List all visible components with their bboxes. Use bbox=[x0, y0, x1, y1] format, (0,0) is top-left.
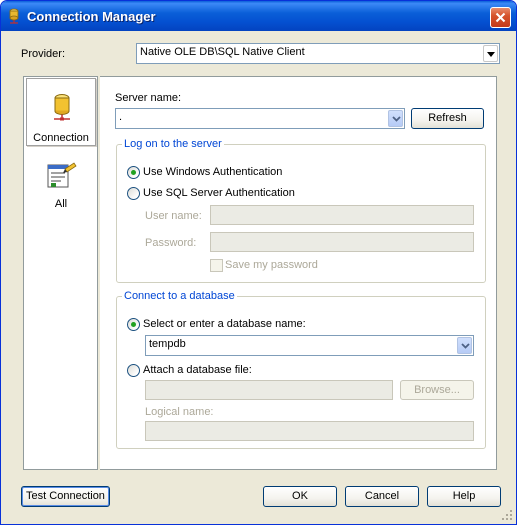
connection-manager-dialog: Connection Manager Provider: Native OLE … bbox=[0, 0, 517, 525]
chevron-down-icon bbox=[487, 52, 495, 57]
browse-button[interactable]: Browse... bbox=[400, 380, 474, 400]
select-database-radio[interactable] bbox=[127, 318, 140, 331]
database-group: Connect to a database Select or enter a … bbox=[116, 290, 486, 449]
sidebar-item-connection[interactable]: Connection bbox=[26, 78, 96, 146]
windows-auth-label[interactable]: Use Windows Authentication bbox=[143, 166, 282, 178]
sidebar-item-all[interactable]: All bbox=[26, 156, 96, 224]
username-input[interactable] bbox=[210, 205, 474, 225]
password-input[interactable] bbox=[210, 232, 474, 252]
windows-auth-radio[interactable] bbox=[127, 166, 140, 179]
database-name-value: tempdb bbox=[149, 338, 186, 350]
attach-database-label[interactable]: Attach a database file: bbox=[143, 364, 252, 376]
server-dropdown-button[interactable] bbox=[388, 110, 403, 127]
close-icon bbox=[495, 12, 506, 23]
ok-button[interactable]: OK bbox=[263, 486, 337, 507]
window-title: Connection Manager bbox=[27, 9, 156, 24]
close-button[interactable] bbox=[490, 7, 511, 28]
resize-grip-icon[interactable] bbox=[501, 509, 513, 521]
sidebar-item-label: Connection bbox=[33, 132, 89, 144]
select-database-label[interactable]: Select or enter a database name: bbox=[143, 318, 306, 330]
logical-name-input[interactable] bbox=[145, 421, 474, 441]
provider-dropdown-button[interactable] bbox=[483, 45, 498, 62]
provider-label: Provider: bbox=[21, 48, 66, 60]
attach-file-input[interactable] bbox=[145, 380, 393, 400]
username-label: User name: bbox=[145, 210, 202, 222]
provider-value: Native OLE DB\SQL Native Client bbox=[140, 46, 305, 58]
test-connection-button[interactable]: Test Connection bbox=[21, 486, 110, 507]
cancel-button[interactable]: Cancel bbox=[345, 486, 419, 507]
logon-group: Log on to the server Use Windows Authent… bbox=[116, 138, 486, 283]
attach-database-radio[interactable] bbox=[127, 364, 140, 377]
database-dropdown-button[interactable] bbox=[457, 337, 472, 354]
properties-icon bbox=[47, 162, 77, 188]
database-icon bbox=[54, 94, 70, 121]
radio-selected-dot bbox=[131, 322, 136, 327]
save-password-checkbox[interactable] bbox=[210, 259, 223, 272]
server-name-value: . bbox=[119, 111, 123, 123]
help-button[interactable]: Help bbox=[427, 486, 501, 507]
password-label: Password: bbox=[145, 237, 197, 249]
database-group-title: Connect to a database bbox=[122, 290, 237, 302]
connection-icon bbox=[9, 8, 19, 24]
sidebar-item-label: All bbox=[54, 198, 68, 210]
refresh-button[interactable]: Refresh bbox=[411, 108, 484, 129]
server-name-combo[interactable]: . bbox=[115, 108, 405, 129]
sql-auth-radio[interactable] bbox=[127, 187, 140, 200]
server-name-text: Server name: bbox=[115, 92, 182, 104]
save-password-label[interactable]: Save my password bbox=[225, 259, 318, 271]
chevron-down-icon bbox=[461, 343, 470, 349]
logon-group-title: Log on to the server bbox=[122, 138, 224, 150]
server-name-label: Server name: bbox=[115, 92, 181, 104]
provider-select[interactable]: Native OLE DB\SQL Native Client bbox=[136, 43, 500, 64]
connection-page: Server name: . Refresh Log on to the ser… bbox=[100, 76, 497, 470]
chevron-down-icon bbox=[392, 116, 401, 122]
sql-auth-label[interactable]: Use SQL Server Authentication bbox=[143, 187, 295, 199]
title-bar[interactable]: Connection Manager bbox=[1, 1, 516, 31]
page-selector-sidebar: Connection All bbox=[23, 76, 98, 470]
logical-name-label: Logical name: bbox=[145, 406, 214, 418]
radio-selected-dot bbox=[131, 170, 136, 175]
database-name-combo[interactable]: tempdb bbox=[145, 335, 474, 356]
